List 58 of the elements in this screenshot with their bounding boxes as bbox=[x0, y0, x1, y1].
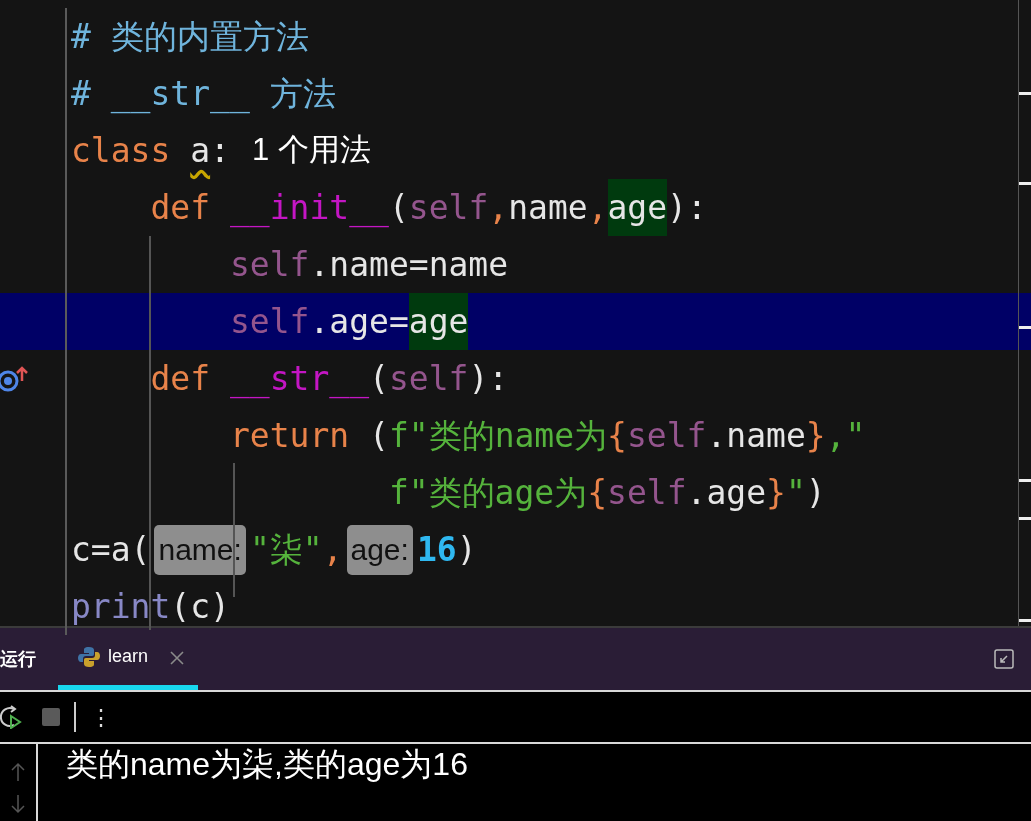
code-text: ): bbox=[667, 186, 707, 229]
highlighted-identifier: age bbox=[607, 179, 668, 236]
code-text: .name bbox=[706, 414, 806, 457]
code-text: .age bbox=[686, 471, 767, 514]
method-name: __str__ bbox=[229, 357, 370, 401]
self-keyword: self bbox=[408, 186, 489, 229]
code-text: ( bbox=[369, 357, 389, 400]
scroll-up-icon[interactable] bbox=[10, 762, 26, 782]
rerun-icon[interactable] bbox=[0, 705, 22, 729]
more-button[interactable]: ⋮ bbox=[90, 700, 112, 734]
code-punctuation: , bbox=[488, 186, 509, 229]
console-output: 类的name为柒,类的age为16 bbox=[65, 745, 468, 784]
code-text: ) bbox=[456, 528, 477, 571]
code-keyword: class bbox=[71, 129, 172, 172]
string-literal: " bbox=[785, 471, 806, 514]
code-text: ): bbox=[468, 357, 509, 400]
string-literal: f"类的age为 bbox=[387, 471, 588, 514]
self-keyword: self bbox=[627, 414, 707, 457]
python-icon bbox=[78, 645, 100, 668]
code-text: ( bbox=[369, 414, 389, 457]
code-text: ) bbox=[805, 471, 826, 514]
self-keyword: self bbox=[228, 243, 310, 286]
minimize-icon[interactable] bbox=[994, 649, 1014, 669]
self-keyword: self bbox=[228, 300, 310, 343]
code-keyword: def bbox=[149, 357, 212, 400]
format-brace: { bbox=[587, 471, 608, 514]
scroll-down-icon[interactable] bbox=[10, 794, 26, 814]
self-keyword: self bbox=[607, 471, 687, 514]
code-text: .age= bbox=[309, 300, 409, 343]
usage-hint[interactable]: 1 个用法 bbox=[251, 127, 371, 174]
code-punctuation: , bbox=[587, 186, 608, 229]
code-comment: # __str__ 方法 bbox=[71, 72, 336, 116]
string-literal: ," bbox=[825, 414, 866, 457]
code-text: (c) bbox=[170, 585, 230, 628]
override-icon[interactable] bbox=[0, 364, 30, 393]
class-name: a bbox=[190, 129, 211, 172]
method-name: __init__ bbox=[229, 186, 389, 230]
code-keyword: def bbox=[149, 186, 212, 229]
string-literal: f"类的name为 bbox=[388, 414, 608, 457]
self-keyword: self bbox=[388, 357, 469, 400]
format-brace: { bbox=[607, 414, 627, 457]
builtin-function: print bbox=[71, 585, 171, 628]
parameter-hint[interactable]: name: bbox=[154, 524, 246, 575]
code-punctuation: , bbox=[322, 528, 343, 571]
format-brace: } bbox=[766, 471, 786, 514]
code-text: .name=name bbox=[309, 243, 509, 286]
panel-title: 运行 bbox=[0, 647, 37, 671]
number-literal: 16 bbox=[416, 528, 457, 571]
code-text: ( bbox=[388, 186, 409, 227]
parameter-hint[interactable]: age: bbox=[346, 524, 413, 575]
code-comment: # 类的内置方法 bbox=[71, 15, 309, 58]
code-text: : bbox=[210, 129, 230, 172]
format-brace: } bbox=[805, 414, 826, 457]
highlighted-identifier: age bbox=[408, 293, 469, 350]
code-text: name bbox=[508, 186, 588, 229]
code-text: c=a( bbox=[71, 528, 151, 571]
string-literal: "柒" bbox=[249, 528, 323, 571]
code-keyword: return bbox=[228, 414, 351, 457]
